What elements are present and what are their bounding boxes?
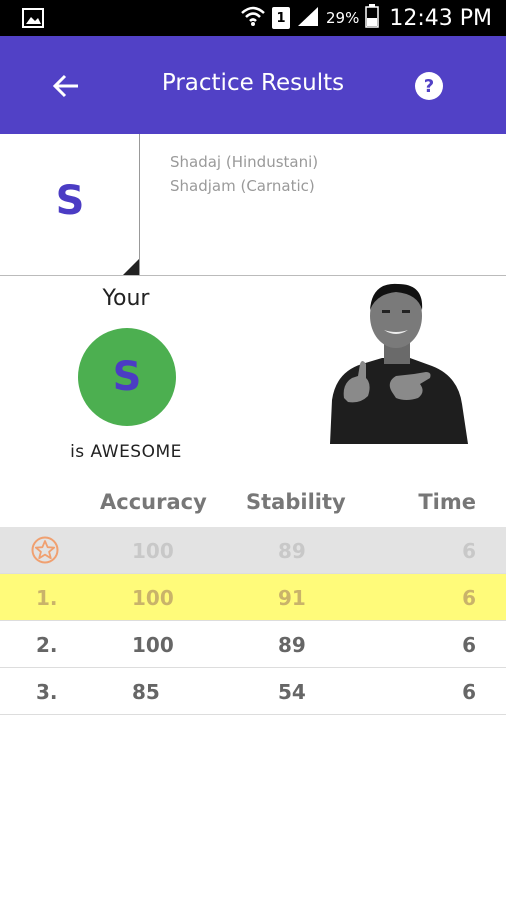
cell-time: 6 (462, 539, 476, 563)
header-time: Time (418, 490, 476, 514)
result-verdict: is AWESOME (70, 442, 182, 462)
result-symbol: S (112, 354, 142, 400)
note-name-carnatic: Shadjam (Carnatic) (170, 177, 315, 195)
table-row: 1. 100 91 6 (0, 574, 506, 621)
cell-time: 6 (462, 680, 476, 704)
cell-time: 6 (462, 586, 476, 610)
table-row-best: 100 89 6 (0, 527, 506, 574)
cell-time: 6 (462, 633, 476, 657)
cell-accuracy: 100 (132, 586, 174, 610)
dropdown-corner-icon (123, 259, 139, 275)
note-card: S Shadaj (Hindustani) Shadjam (Carnatic) (0, 134, 506, 276)
cell-stability: 54 (278, 680, 306, 704)
app-bar: Practice Results ? (0, 36, 506, 134)
note-name-hindustani: Shadaj (Hindustani) (170, 153, 319, 171)
table-row: 3. 85 54 6 (0, 668, 506, 715)
status-bar: 1 29% 12:43 PM (0, 0, 506, 36)
gallery-icon (22, 8, 44, 32)
header-stability: Stability (246, 490, 346, 514)
sim-slot-indicator: 1 (272, 7, 290, 29)
table-row: 2. 100 89 6 (0, 621, 506, 668)
cell-rank: 1. (36, 586, 58, 610)
result-prefix: Your (102, 286, 150, 311)
cell-stability: 89 (278, 539, 306, 563)
note-names: Shadaj (Hindustani) Shadjam (Carnatic) (170, 150, 318, 198)
cell-accuracy: 85 (132, 680, 160, 704)
wifi-icon (240, 5, 266, 31)
cell-rank: 3. (36, 680, 58, 704)
cell-stability: 89 (278, 633, 306, 657)
signal-icon (296, 5, 320, 31)
result-badge: S (78, 328, 176, 426)
cell-accuracy: 100 (132, 633, 174, 657)
help-button[interactable]: ? (415, 72, 443, 100)
clock: 12:43 PM (389, 5, 492, 31)
note-selector[interactable]: S (0, 134, 140, 275)
results-table-header: Accuracy Stability Time (0, 480, 506, 526)
cell-stability: 91 (278, 586, 306, 610)
artist-photo (322, 280, 470, 444)
header-accuracy: Accuracy (100, 490, 207, 514)
star-badge-icon (31, 536, 59, 564)
note-symbol: S (55, 178, 85, 224)
battery-icon (365, 4, 380, 32)
cell-accuracy: 100 (132, 539, 174, 563)
cell-rank: 2. (36, 633, 58, 657)
help-circle-icon: ? (423, 75, 435, 97)
battery-percent: 29% (326, 9, 360, 27)
